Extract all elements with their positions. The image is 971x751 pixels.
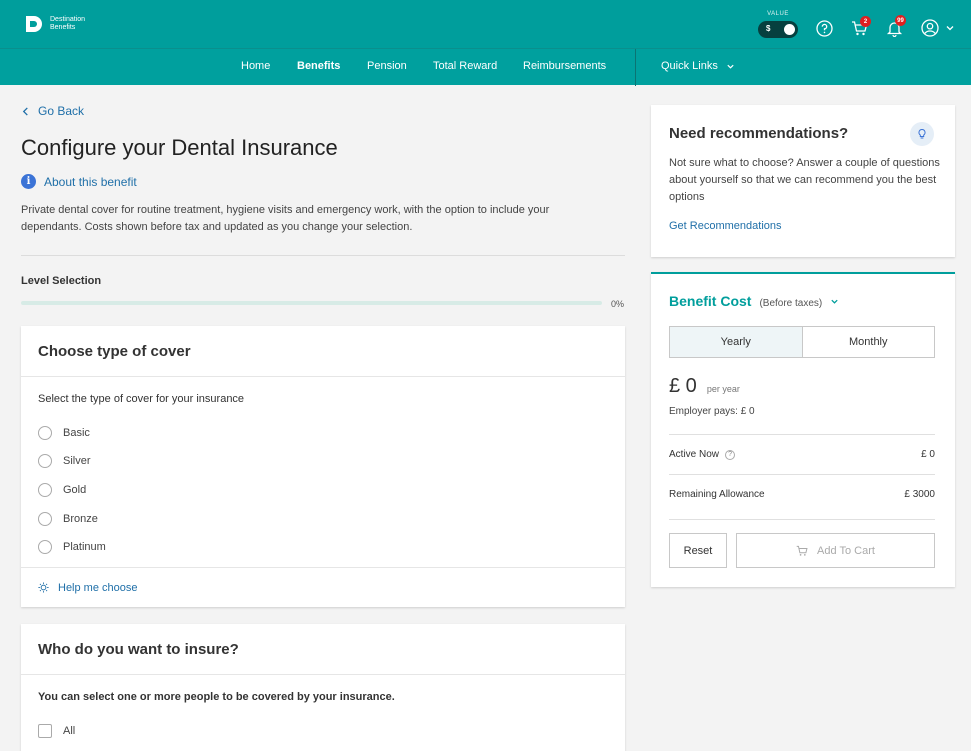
nav-home[interactable]: Home bbox=[241, 60, 270, 72]
toggle-knob bbox=[784, 24, 795, 35]
cover-option-gold[interactable]: Gold bbox=[38, 483, 86, 497]
cover-card-title: Choose type of cover bbox=[21, 326, 625, 377]
active-now-label: Active Now bbox=[669, 449, 720, 460]
reset-button[interactable]: Reset bbox=[669, 533, 727, 568]
help-me-choose-link[interactable]: Help me choose bbox=[21, 567, 625, 607]
recommendations-title: Need recommendations? bbox=[669, 125, 849, 142]
quick-links-chevron-down-icon bbox=[727, 64, 734, 69]
info-icon: i bbox=[21, 174, 36, 189]
benefit-cost-card: Benefit Cost (Before taxes) Yearly Month… bbox=[651, 272, 955, 587]
cover-option-label: Silver bbox=[63, 455, 91, 467]
chevron-down-icon bbox=[831, 299, 838, 304]
cover-option-label: Gold bbox=[63, 484, 87, 496]
value-toggle[interactable]: VALUE $ bbox=[757, 11, 799, 38]
radio-button[interactable] bbox=[38, 426, 52, 440]
notifications-bell-icon[interactable]: 99 bbox=[884, 15, 906, 38]
divider bbox=[669, 519, 935, 520]
radio-button[interactable] bbox=[38, 540, 52, 554]
lightbulb-icon bbox=[910, 122, 934, 146]
cover-option-label: Bronze bbox=[63, 513, 98, 525]
notifications-count-badge: 99 bbox=[895, 15, 906, 26]
get-recommendations-link[interactable]: Get Recommendations bbox=[669, 220, 782, 232]
main-nav: Home Benefits Pension Total Reward Reimb… bbox=[0, 48, 971, 86]
go-back-link[interactable]: Go Back bbox=[22, 104, 84, 118]
go-back-label: Go Back bbox=[38, 104, 85, 118]
recommendations-text: Not sure what to choose? Answer a couple… bbox=[669, 157, 940, 203]
value-label: VALUE bbox=[767, 11, 789, 17]
benefit-cost-title: Benefit Cost bbox=[669, 293, 752, 309]
level-progress-percent: 0% bbox=[611, 299, 625, 309]
insure-option-label: All bbox=[63, 725, 76, 737]
page-title: Configure your Dental Insurance bbox=[21, 135, 338, 160]
nav-quick-links[interactable]: Quick Links bbox=[661, 60, 735, 72]
info-circle-icon[interactable]: ? bbox=[725, 449, 736, 460]
cover-option-silver[interactable]: Silver bbox=[38, 454, 91, 468]
help-me-choose-label: Help me choose bbox=[58, 581, 138, 594]
cover-option-label: Platinum bbox=[63, 541, 106, 553]
help-icon[interactable] bbox=[814, 18, 834, 38]
user-account-icon[interactable] bbox=[920, 18, 940, 38]
currency-symbol: $ bbox=[766, 24, 771, 33]
chevron-left-icon bbox=[22, 106, 28, 116]
remaining-allowance-row: Remaining Allowance £ 3000 bbox=[669, 489, 935, 500]
quick-links-label: Quick Links bbox=[661, 60, 718, 72]
employer-pays: Employer pays: £ 0 bbox=[669, 406, 755, 417]
about-benefit-label: About this benefit bbox=[44, 174, 137, 189]
level-progress-bar bbox=[21, 301, 602, 305]
divider bbox=[21, 255, 625, 256]
period-toggle: Yearly Monthly bbox=[669, 326, 935, 358]
cost-amount-value: £ 0 bbox=[669, 375, 697, 397]
recommendations-card: Need recommendations? Not sure what to c… bbox=[651, 105, 955, 257]
cost-amount: £ 0 per year bbox=[669, 375, 740, 398]
cart-count-badge: 2 bbox=[860, 16, 871, 27]
logo-line-2: Benefits bbox=[50, 24, 76, 31]
about-benefit-link[interactable]: i About this benefit bbox=[21, 174, 137, 189]
nav-reimbursements[interactable]: Reimbursements bbox=[523, 60, 606, 72]
period-monthly-button[interactable]: Monthly bbox=[803, 327, 935, 357]
nav-pension[interactable]: Pension bbox=[367, 60, 407, 72]
cart-icon bbox=[796, 545, 808, 556]
divider bbox=[669, 474, 935, 475]
radio-button[interactable] bbox=[38, 512, 52, 526]
top-header: Destination Benefits VALUE $ 2 99 bbox=[0, 0, 971, 48]
cover-option-bronze[interactable]: Bronze bbox=[38, 512, 98, 526]
nav-benefits[interactable]: Benefits bbox=[297, 60, 340, 72]
logo[interactable]: Destination Benefits bbox=[24, 14, 85, 34]
benefit-description: Private dental cover for routine treatme… bbox=[21, 204, 550, 233]
checkbox[interactable] bbox=[38, 724, 52, 738]
nav-total-reward[interactable]: Total Reward bbox=[433, 60, 497, 72]
remaining-allowance-value: £ 3000 bbox=[904, 489, 935, 500]
nav-divider bbox=[635, 49, 636, 86]
value-toggle-switch[interactable]: $ bbox=[758, 21, 798, 38]
destination-logo-icon bbox=[26, 16, 42, 32]
benefit-cost-subtitle: (Before taxes) bbox=[759, 298, 823, 309]
remaining-allowance-label: Remaining Allowance bbox=[669, 489, 765, 500]
who-to-insure-card: Who do you want to insure? You can selec… bbox=[21, 624, 625, 751]
period-yearly-button[interactable]: Yearly bbox=[670, 327, 803, 357]
cart-icon[interactable]: 2 bbox=[849, 16, 871, 38]
lightbulb-icon bbox=[38, 582, 49, 593]
divider bbox=[669, 434, 935, 435]
cover-option-basic[interactable]: Basic bbox=[38, 426, 90, 440]
cover-option-label: Basic bbox=[63, 427, 90, 439]
active-now-value: £ 0 bbox=[921, 449, 935, 460]
account-chevron-down-icon[interactable] bbox=[940, 18, 960, 38]
insure-option-all[interactable]: All bbox=[38, 724, 75, 738]
insure-card-subtitle: You can select one or more people to be … bbox=[38, 691, 395, 703]
cover-type-card: Choose type of cover Select the type of … bbox=[21, 326, 625, 607]
radio-button[interactable] bbox=[38, 483, 52, 497]
cost-amount-suffix: per year bbox=[706, 384, 740, 394]
cover-option-platinum[interactable]: Platinum bbox=[38, 540, 106, 554]
logo-text: Destination Benefits bbox=[50, 16, 85, 32]
radio-button[interactable] bbox=[38, 454, 52, 468]
logo-line-1: Destination bbox=[50, 16, 86, 23]
active-now-row: Active Now? £ 0 bbox=[669, 449, 935, 460]
add-to-cart-label: Add To Cart bbox=[817, 544, 875, 557]
add-to-cart-button[interactable]: Add To Cart bbox=[736, 533, 935, 568]
insure-card-title: Who do you want to insure? bbox=[21, 624, 625, 675]
benefit-cost-header[interactable]: Benefit Cost (Before taxes) bbox=[669, 293, 839, 309]
level-selection-label: Level Selection bbox=[21, 275, 102, 287]
cover-card-subtitle: Select the type of cover for your insura… bbox=[38, 393, 245, 405]
